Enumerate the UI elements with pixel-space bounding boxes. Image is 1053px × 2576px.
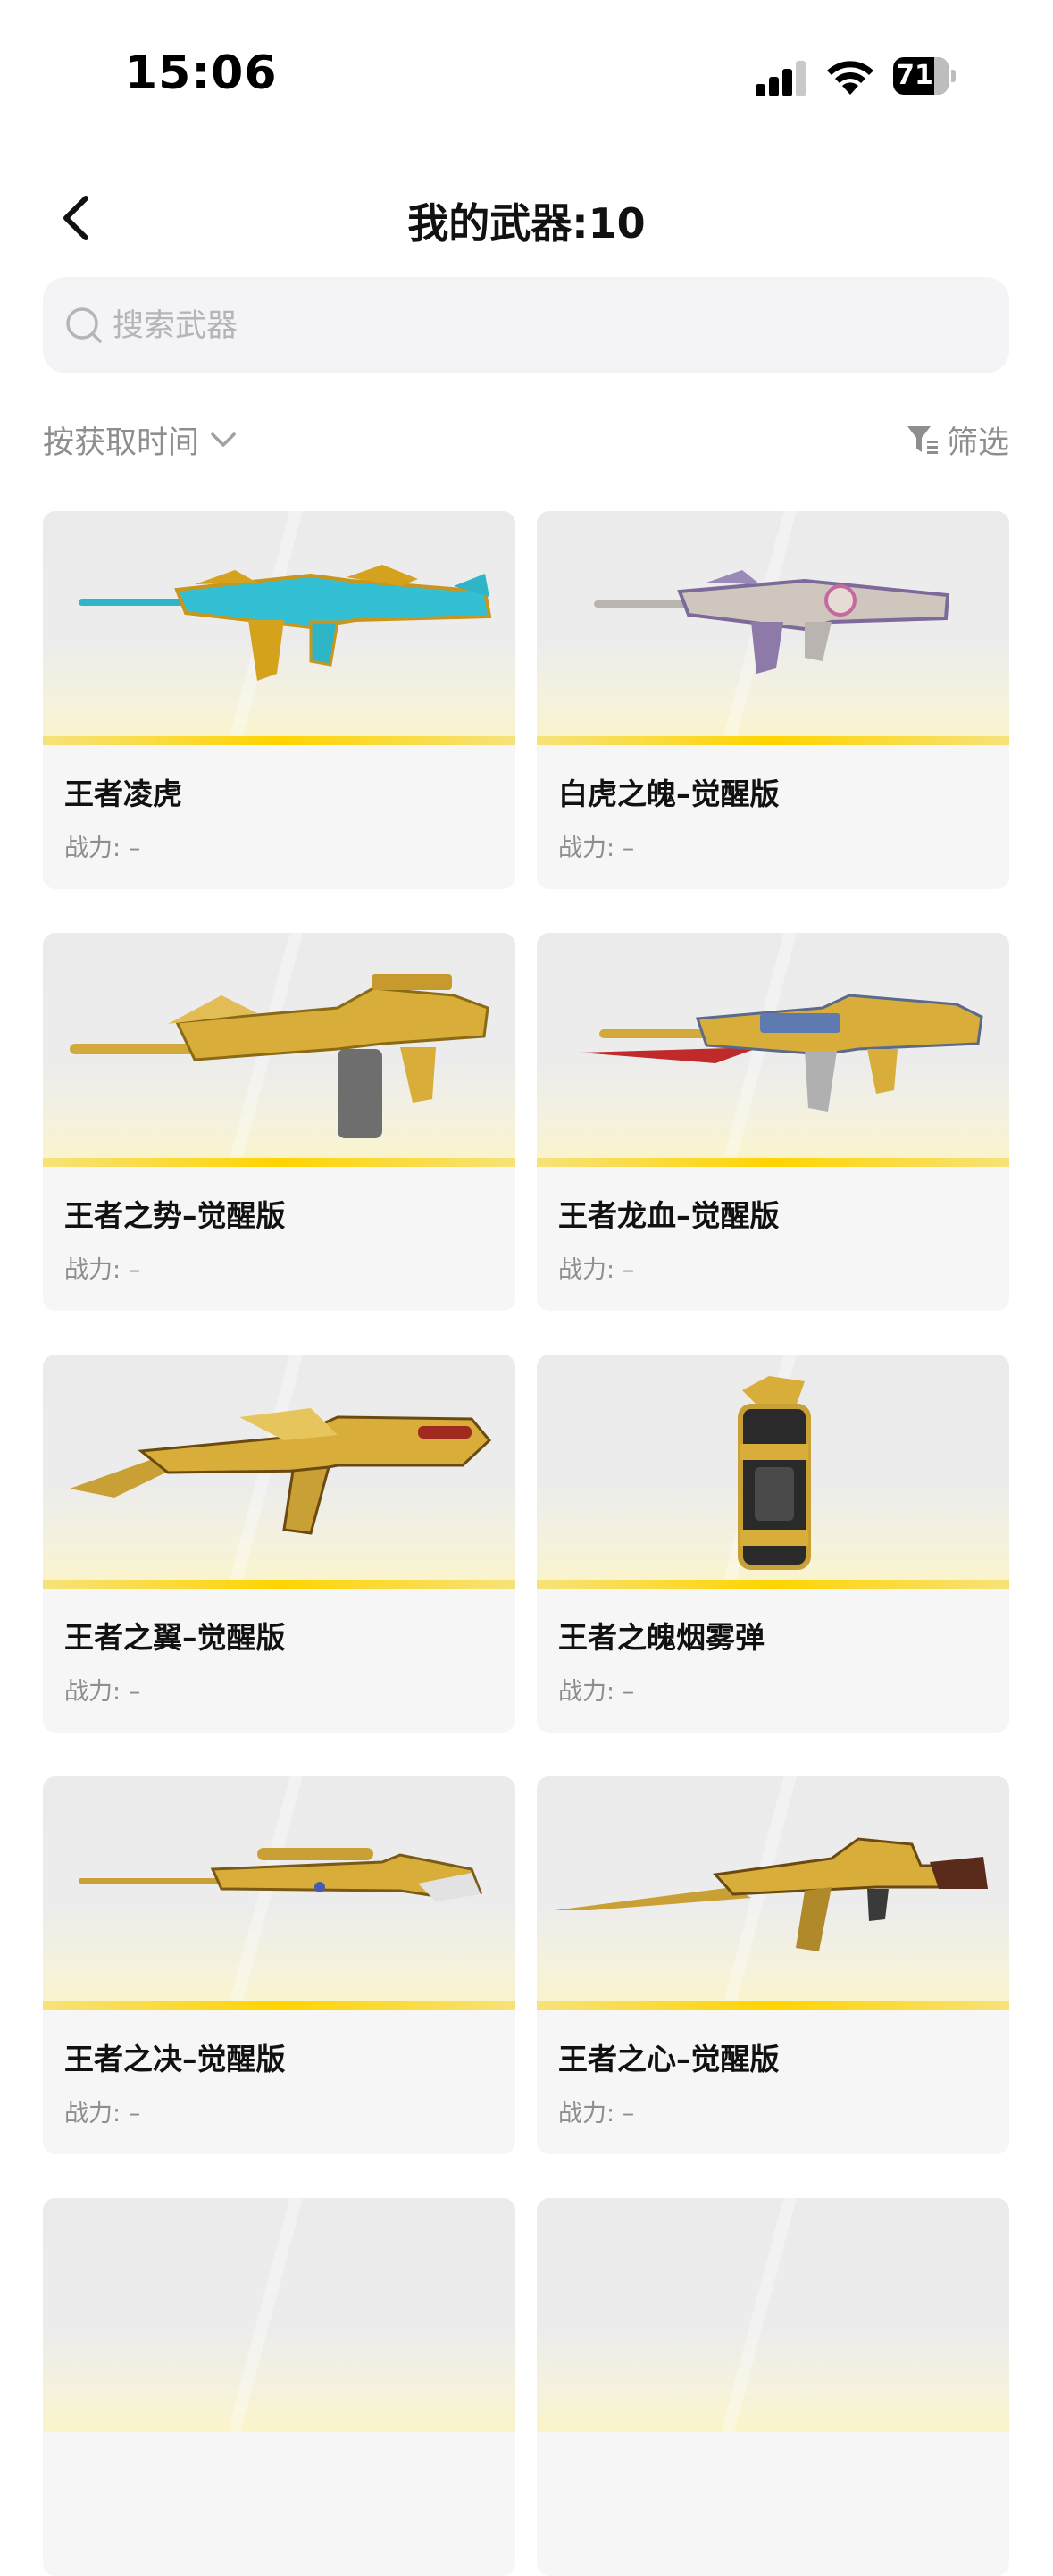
rifle-icon [580,994,983,1112]
search-input[interactable] [111,277,918,375]
rifle-icon [594,570,950,674]
sniper-icon [79,1848,483,1901]
sort-filter-row: 按获取时间 筛选 [43,413,1009,466]
weapon-name: 王者之势–觉醒版 [64,1198,286,1233]
weapon-power: 战力: – [558,1678,635,1706]
weapon-card[interactable]: 王者之势–觉醒版 战力: – [43,933,515,1311]
weapon-card[interactable]: 王者凌虎 战力: – [43,511,515,889]
filter-icon [907,426,938,454]
filter-label: 筛选 [946,424,1009,461]
rifle-icon [79,565,492,681]
weapon-power: 战力: – [558,1256,635,1284]
cellular-signal-icon [756,59,807,96]
rifle-icon [70,1408,492,1535]
nav-bar: 我的武器:10 [0,179,1053,259]
weapon-card[interactable]: 王者之心–觉醒版 战力: – [537,1776,1009,2154]
weapon-power: 战力: – [558,2100,635,2127]
weapon-image [43,1355,515,1589]
weapon-name: 王者之魄烟雾弹 [558,1620,765,1655]
rifle-icon [70,974,489,1138]
weapon-power: 战力: – [64,835,141,862]
weapon-image [537,1355,1009,1589]
weapon-card-partial[interactable] [537,2198,1009,2576]
weapon-power: 战力: – [64,1678,141,1706]
weapon-name: 王者凌虎 [64,776,182,811]
weapon-image [537,1776,1009,2010]
search-icon [66,307,102,343]
sort-label: 按获取时间 [43,424,200,461]
weapon-image [43,1776,515,2010]
weapon-name: 王者之心–觉醒版 [558,2042,780,2077]
weapon-image [43,511,515,745]
weapon-image [537,2198,1009,2432]
page-title: 我的武器:10 [407,199,646,248]
weapon-image [537,933,1009,1167]
weapon-image [537,511,1009,745]
weapon-name: 王者之翼–觉醒版 [64,1620,286,1655]
battery-level: 71 [896,60,933,91]
weapon-card[interactable]: 白虎之魄–觉醒版 战力: – [537,511,1009,889]
weapon-image [43,2198,515,2432]
status-bar: 15:06 71 [0,0,1053,152]
weapon-power: 战力: – [558,835,635,862]
weapon-card-partial[interactable] [43,2198,515,2576]
weapon-name: 白虎之魄–觉醒版 [558,776,780,811]
weapon-power: 战力: – [64,2100,141,2127]
weapon-card[interactable]: 王者龙血–觉醒版 战力: – [537,933,1009,1311]
weapon-image [43,933,515,1167]
weapon-card[interactable]: 王者之翼–觉醒版 战力: – [43,1355,515,1733]
wifi-icon [827,61,873,95]
chevron-down-icon [211,432,236,447]
search-bar[interactable] [43,277,1009,375]
weapon-card[interactable]: 王者之魄烟雾弹 战力: – [537,1355,1009,1733]
filter-button[interactable]: 筛选 [906,413,1009,466]
grenade-icon [738,1376,811,1570]
weapon-name: 王者之决–觉醒版 [64,2042,286,2077]
sort-dropdown[interactable]: 按获取时间 [43,413,238,466]
weapon-power: 战力: – [64,1256,141,1284]
status-time: 15:06 [125,46,278,100]
rifle-icon [555,1837,988,1951]
weapon-name: 王者龙血–觉醒版 [558,1198,780,1233]
weapon-card[interactable]: 王者之决–觉醒版 战力: – [43,1776,515,2154]
battery-icon: 71 [893,57,956,95]
